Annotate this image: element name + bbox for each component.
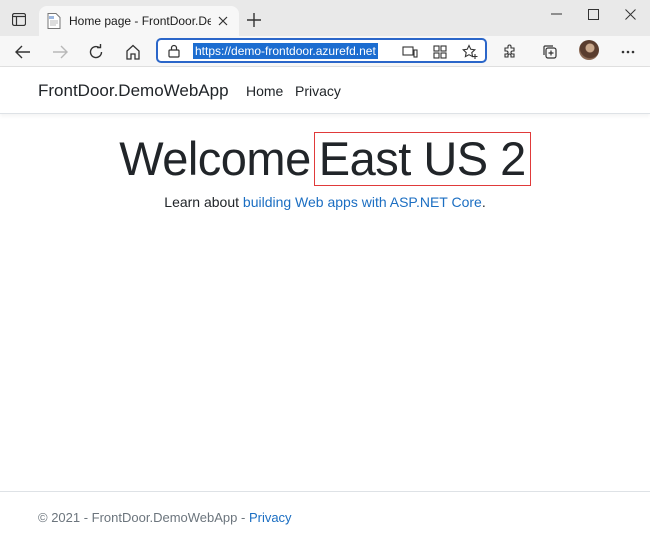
- browser-toolbar: https://demo-frontdoor.azurefd.net: [0, 36, 650, 67]
- favorite-star-icon[interactable]: [461, 43, 479, 61]
- forward-button[interactable]: [48, 40, 72, 64]
- footer-privacy-link[interactable]: Privacy: [249, 510, 292, 525]
- site-brand-link[interactable]: FrontDoor.DemoWebApp: [38, 81, 229, 101]
- browser-tab-active[interactable]: Home page - FrontDoor.DemoW: [39, 6, 239, 36]
- tab-close-icon[interactable]: [215, 13, 231, 29]
- back-button[interactable]: [11, 40, 35, 64]
- tab-title: Home page - FrontDoor.DemoW: [69, 14, 211, 28]
- app-available-icon[interactable]: [431, 43, 449, 61]
- extensions-button[interactable]: [498, 40, 522, 64]
- collections-button[interactable]: [538, 40, 562, 64]
- maximize-button[interactable]: [575, 0, 611, 28]
- home-button[interactable]: [121, 40, 145, 64]
- minimize-button[interactable]: [538, 0, 574, 28]
- close-icon: [624, 8, 636, 20]
- new-tab-button[interactable]: [244, 10, 264, 30]
- tab-actions-icon: [12, 12, 26, 26]
- nav-link-home[interactable]: Home: [246, 83, 283, 99]
- collections-icon: [542, 44, 558, 60]
- page-favicon-icon: [47, 13, 61, 29]
- read-aloud-icon[interactable]: [401, 43, 419, 61]
- refresh-button[interactable]: [84, 40, 108, 64]
- minimize-icon: [550, 13, 562, 15]
- main-content: Welcome East US 2 Learn about building We…: [0, 132, 650, 210]
- footer-text: © 2021 - FrontDoor.DemoWebApp - Privacy: [38, 510, 292, 525]
- arrow-left-icon: [15, 45, 31, 59]
- url-text[interactable]: https://demo-frontdoor.azurefd.net: [193, 43, 378, 59]
- settings-menu-button[interactable]: [616, 40, 640, 64]
- more-dots-icon: [621, 50, 635, 54]
- site-footer: © 2021 - FrontDoor.DemoWebApp - Privacy: [0, 491, 650, 541]
- address-bar[interactable]: https://demo-frontdoor.azurefd.net: [156, 38, 487, 63]
- maximize-icon: [587, 8, 599, 20]
- nav-link-privacy[interactable]: Privacy: [295, 83, 341, 99]
- welcome-text: Welcome: [119, 132, 311, 185]
- lock-icon[interactable]: [167, 44, 181, 58]
- page-heading: Welcome East US 2: [0, 132, 650, 186]
- plus-icon: [247, 13, 261, 27]
- lead-prefix: Learn about: [164, 194, 243, 210]
- close-window-button[interactable]: [612, 0, 648, 28]
- refresh-icon: [88, 44, 104, 60]
- profile-avatar[interactable]: [579, 40, 599, 60]
- browser-titlebar: Home page - FrontDoor.DemoW: [0, 0, 650, 36]
- home-icon: [125, 44, 141, 60]
- arrow-right-icon: [52, 45, 68, 59]
- region-highlight: East US 2: [313, 132, 531, 186]
- lead-paragraph: Learn about building Web apps with ASP.N…: [0, 194, 650, 210]
- aspnet-docs-link[interactable]: building Web apps with ASP.NET Core: [243, 194, 482, 210]
- tab-actions-button[interactable]: [8, 8, 30, 30]
- site-navbar: FrontDoor.DemoWebApp Home Privacy: [0, 67, 650, 114]
- lead-suffix: .: [481, 194, 486, 210]
- copyright-text: © 2021 - FrontDoor.DemoWebApp -: [38, 510, 249, 525]
- puzzle-icon: [502, 44, 518, 60]
